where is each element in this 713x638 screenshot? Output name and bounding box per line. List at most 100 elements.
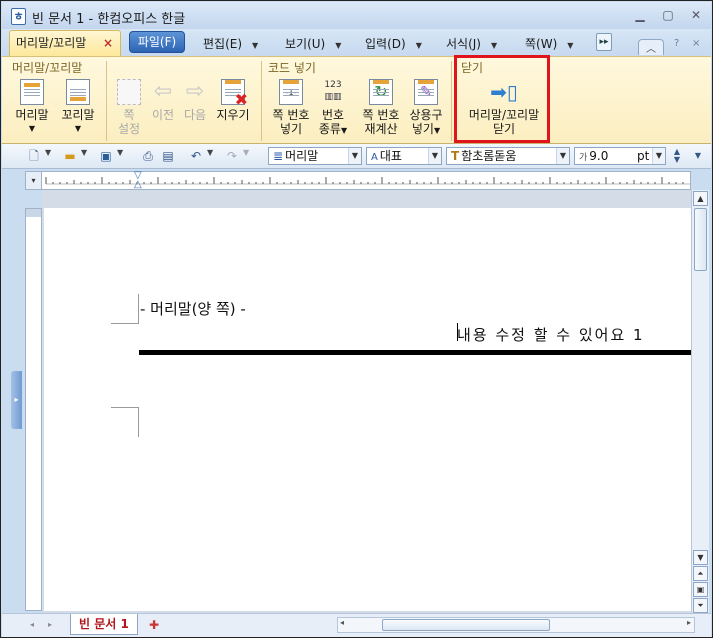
chevron-down-icon: ▼: [428, 148, 441, 164]
print-icon[interactable]: ⎙: [140, 148, 156, 164]
next-page-icon[interactable]: ⏷: [693, 598, 708, 613]
preview-icon[interactable]: ▤: [160, 148, 176, 164]
redo-icon[interactable]: ↷: [224, 148, 240, 164]
common-phrase-label-1: 상용구: [409, 108, 443, 122]
toolbar-more-icon[interactable]: ▼: [690, 148, 706, 164]
vertical-scrollbar[interactable]: ▲ ▼ ⏶ ▣ ⏷: [691, 190, 709, 613]
crop-mark: [111, 294, 139, 324]
page[interactable]: [44, 208, 692, 611]
document-tab[interactable]: 빈 문서 1: [70, 614, 138, 635]
ribbon-scroll-icon[interactable]: ▸▸: [596, 33, 612, 51]
common-phrase-button[interactable]: ✎ 상용구 넣기▼: [406, 79, 446, 138]
open-folder-icon[interactable]: ▬: [62, 148, 78, 164]
save-icon[interactable]: ▣: [98, 148, 114, 164]
scroll-right-icon[interactable]: ▸: [687, 618, 691, 627]
chevron-down-icon: ▼: [252, 41, 259, 50]
header-button-label: 머리말: [15, 108, 49, 122]
divider: [451, 61, 452, 141]
scroll-thumb[interactable]: [694, 208, 707, 271]
horizontal-ruler[interactable]: ▽ △: [25, 171, 691, 190]
chevron-down-icon[interactable]: ▼: [81, 148, 87, 157]
footer-button[interactable]: 꼬리말 ▼: [60, 79, 96, 136]
menu-format-label: 서식(J): [446, 37, 481, 51]
recalculate-icon: ↻: [369, 79, 393, 105]
chevron-down-icon: ▼: [348, 148, 361, 164]
font-size-input[interactable]: 가 9.0 pt ▼: [574, 147, 666, 165]
tab-header-footer-label: 머리말/꼬리말: [16, 36, 87, 50]
language-select[interactable]: A 대표 ▼: [366, 147, 442, 165]
chevron-down-icon: ▼: [340, 126, 348, 135]
maximize-icon[interactable]: ▢: [658, 7, 678, 24]
tab-file[interactable]: 파일(F): [129, 31, 185, 53]
chevron-down-icon[interactable]: ▼: [243, 148, 249, 157]
menu-page-label: 쪽(W): [525, 37, 558, 51]
menu-view[interactable]: 보기(U) ▼: [285, 35, 341, 52]
style-value: 머리말: [285, 149, 319, 163]
tab-next-icon[interactable]: ▸: [42, 617, 58, 633]
window-title: 빈 문서 1 - 한컴오피스 한글: [32, 12, 186, 27]
language-value: 대표: [379, 149, 402, 163]
scroll-down-icon[interactable]: ▼: [693, 550, 708, 565]
erase-button[interactable]: ✖ 지우기: [213, 79, 253, 122]
prev-page-icon[interactable]: ⏶: [693, 566, 708, 581]
indent-marker-icon[interactable]: ▽ △: [134, 171, 144, 190]
close-window-icon[interactable]: ✕: [686, 7, 706, 24]
number-type-button[interactable]: 123 ▥▥ 번호 종류▼: [315, 79, 351, 138]
new-tab-icon[interactable]: ✚: [146, 617, 162, 633]
undo-icon[interactable]: ↶: [188, 148, 204, 164]
new-document-icon[interactable]: 🗋: [26, 148, 42, 164]
menu-insert-label: 입력(D): [365, 37, 406, 51]
tab-close-icon[interactable]: ×: [103, 31, 113, 55]
numbering-icon: 123 ▥▥: [324, 80, 342, 102]
collapse-ribbon-icon[interactable]: ︿: [638, 39, 664, 55]
font-select[interactable]: T 함초롬돋움 ▼: [446, 147, 570, 165]
menu-view-label: 보기(U): [285, 37, 326, 51]
next-button[interactable]: ⇨ 다음: [180, 79, 210, 122]
next-label: 다음: [183, 108, 207, 122]
previous-button[interactable]: ⇦ 이전: [148, 79, 178, 122]
chevron-down-icon[interactable]: ▼: [117, 148, 123, 157]
style-select[interactable]: ≣ 머리말 ▼: [268, 147, 362, 165]
size-stepper-icon[interactable]: ▲ ▼: [670, 148, 684, 164]
tab-header-footer[interactable]: 머리말/꼬리말 ×: [9, 30, 121, 56]
menu-page[interactable]: 쪽(W) ▼: [525, 35, 573, 52]
header-button[interactable]: 머리말 ▼: [14, 79, 50, 136]
help-icon[interactable]: ?: [674, 38, 679, 49]
renumber-pages-button[interactable]: ↻ 쪽 번호 재계산: [358, 79, 404, 136]
divider: [106, 61, 107, 141]
side-panel-toggle-icon[interactable]: ▸: [11, 371, 22, 429]
scroll-up-icon[interactable]: ▲: [693, 191, 708, 206]
header-text[interactable]: 내용 수정 할 수 있어요 1: [457, 324, 645, 345]
scroll-left-icon[interactable]: ◂: [340, 618, 344, 627]
font-size-icon: 가: [579, 153, 588, 163]
horizontal-scrollbar[interactable]: ◂ ▸: [337, 617, 695, 633]
menu-edit[interactable]: 편집(E) ▼: [203, 35, 258, 52]
minimize-icon[interactable]: ▁: [630, 7, 650, 24]
vertical-ruler[interactable]: [25, 208, 42, 611]
insert-page-number-label-2: 넣기: [279, 122, 303, 136]
insert-page-number-button[interactable]: -1- 쪽 번호 넣기: [268, 79, 314, 136]
chevron-down-icon[interactable]: ▼: [207, 148, 213, 157]
common-phrase-label-2-wrap: 넣기▼: [406, 122, 446, 138]
menu-tab-row: 머리말/꼬리말 × 파일(F) 편집(E) ▼ 보기(U) ▼ 입력(D) ▼ 서식(…: [2, 29, 711, 56]
page-setup-button[interactable]: 쪽 설정: [114, 79, 144, 136]
ruler-ticks: [45, 177, 690, 185]
horizontal-scroll-thumb[interactable]: [382, 619, 550, 631]
tab-prev-icon[interactable]: ◂: [24, 617, 40, 633]
ruler-corner-icon[interactable]: ▾: [25, 171, 42, 190]
menu-insert[interactable]: 입력(D) ▼: [365, 35, 422, 52]
chevron-down-icon: ▼: [490, 41, 498, 50]
divider: [261, 61, 262, 141]
page-icon[interactable]: ▣: [693, 582, 708, 597]
chevron-down-icon: ▼: [433, 126, 441, 135]
number-type-label-2: 종류: [318, 122, 341, 136]
pencil-icon: ✎: [414, 79, 438, 105]
highlight-box: [454, 55, 550, 143]
hwp-icon[interactable]: ㅎ: [11, 8, 26, 25]
common-phrase-label-2: 넣기: [411, 122, 434, 136]
chevron-down-icon[interactable]: ▼: [45, 148, 51, 157]
menu-format[interactable]: 서식(J) ▼: [446, 35, 497, 52]
ribbon-close-icon[interactable]: ×: [692, 38, 700, 49]
chevron-down-icon: ▼: [335, 41, 342, 50]
page-number-icon: -1-: [279, 79, 303, 105]
